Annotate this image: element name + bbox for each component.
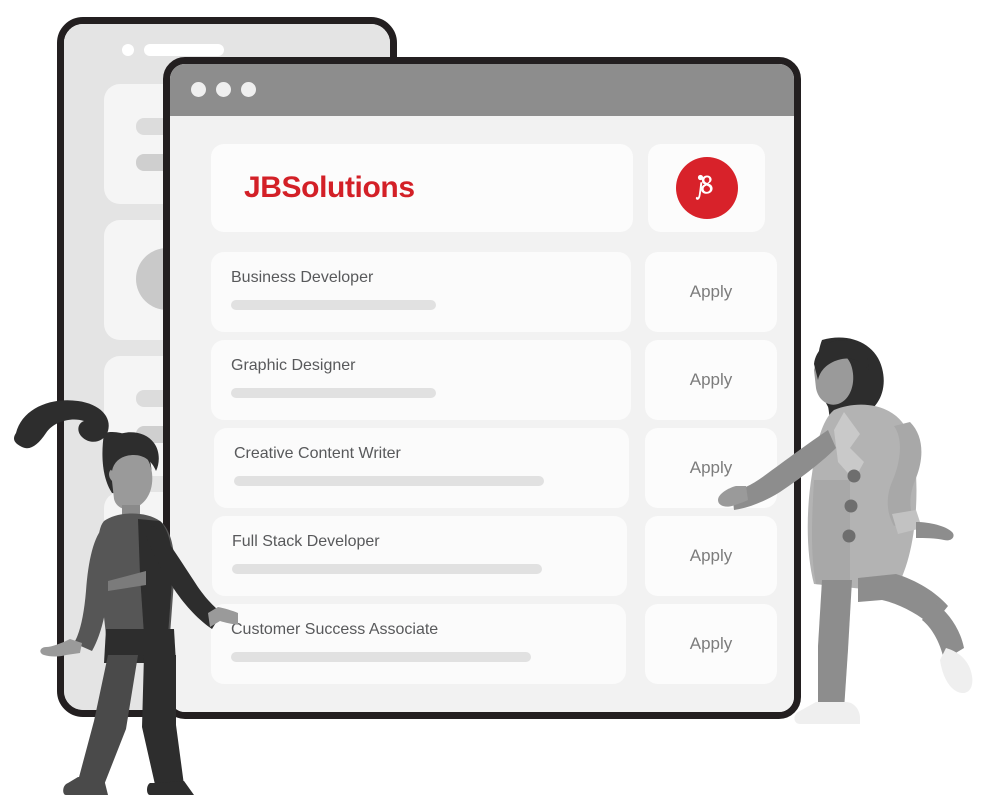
table-row: Creative Content Writer Apply <box>214 428 777 508</box>
background-window-dot-icon <box>122 44 134 56</box>
brand-header: JBSolutions <box>211 144 765 232</box>
job-title: Full Stack Developer <box>232 533 380 550</box>
table-row: Business Developer Apply <box>211 252 777 332</box>
main-browser-window: JBSolutions Business Developer Apply Gra… <box>163 57 801 719</box>
maximize-dot-icon[interactable] <box>241 82 256 97</box>
window-content: JBSolutions Business Developer Apply Gra… <box>170 116 794 712</box>
job-card[interactable]: Creative Content Writer <box>214 428 629 508</box>
job-placeholder-bar <box>234 476 544 486</box>
job-card[interactable]: Business Developer <box>211 252 631 332</box>
job-title: Graphic Designer <box>231 357 356 374</box>
job-card[interactable]: Full Stack Developer <box>212 516 627 596</box>
job-placeholder-bar <box>231 300 436 310</box>
apply-button-label: Apply <box>689 282 733 301</box>
job-card[interactable]: Customer Success Associate <box>211 604 626 684</box>
window-title-bar <box>170 64 794 116</box>
apply-button[interactable]: Apply <box>645 252 777 332</box>
close-dot-icon[interactable] <box>191 82 206 97</box>
background-window-pill-icon <box>144 44 224 56</box>
brand-card: JBSolutions <box>211 144 633 232</box>
table-row: Customer Success Associate Apply <box>211 604 777 684</box>
table-row: Graphic Designer Apply <box>211 340 777 420</box>
window-controls <box>191 82 256 97</box>
jb-monogram-logo-icon <box>675 157 738 219</box>
job-title: Customer Success Associate <box>231 621 439 638</box>
background-window-titlebar <box>64 24 390 60</box>
job-placeholder-bar <box>231 652 531 662</box>
table-row: Full Stack Developer Apply <box>212 516 777 596</box>
page-title: JBSolutions <box>244 171 415 204</box>
running-person-illustration <box>718 337 973 724</box>
job-placeholder-bar <box>231 388 436 398</box>
logo-card <box>648 144 765 232</box>
job-placeholder-bar <box>232 564 542 574</box>
minimize-dot-icon[interactable] <box>216 82 231 97</box>
job-card[interactable]: Graphic Designer <box>211 340 631 420</box>
illustration-stage: JBSolutions Business Developer Apply Gra… <box>0 0 984 805</box>
job-title: Business Developer <box>231 269 374 286</box>
job-title: Creative Content Writer <box>234 445 401 462</box>
walking-person-illustration <box>14 400 238 795</box>
